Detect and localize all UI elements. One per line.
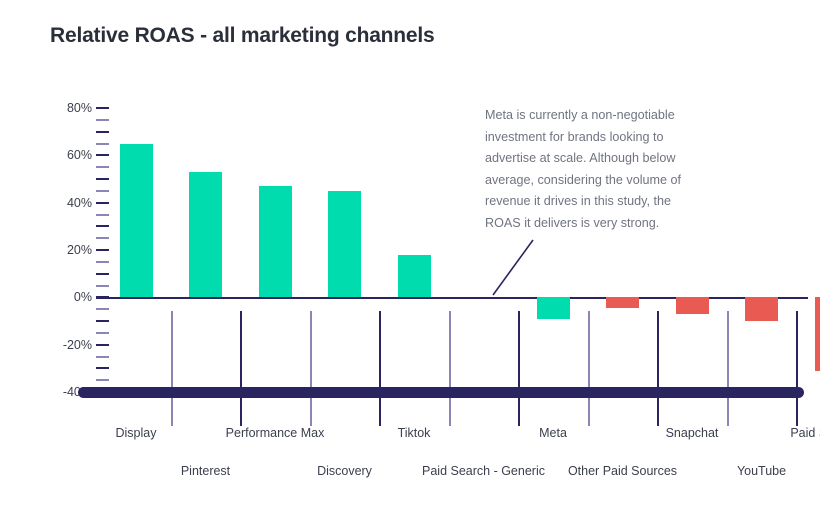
category-label: Display [115,426,157,440]
bar [119,143,153,298]
annotation-meta: Meta is currently a non-negotiable inves… [485,108,682,230]
bar [536,297,570,319]
y-tick-label: -20% [62,337,92,352]
category-separator [240,311,243,426]
bar [675,297,709,314]
baseline-marker-bar [78,387,804,398]
category-label: Meta [539,426,567,440]
category-separator [309,311,312,426]
page-title: Relative ROAS - all marketing channels [50,24,435,47]
category-label: Performance Max [225,426,325,440]
category-label: Other Paid Sources [567,464,678,478]
category-label: Pinterest [180,464,231,478]
y-tick-label: 0% [73,290,92,305]
bar [814,297,820,371]
category-label: YouTube [736,464,787,478]
category-separator [379,311,382,426]
bar [606,297,639,308]
y-tick-label: 80% [66,101,92,115]
bar [397,254,431,298]
category-separator [518,311,521,426]
category-label: Discovery [317,464,372,478]
bar [258,186,292,298]
y-tick-label: 60% [66,148,92,163]
bar [745,297,778,321]
category-separator [726,311,729,426]
category-separator [796,311,799,426]
category-separator [657,311,660,426]
category-label: Paid Search - Generic [422,464,545,478]
category-label: Snapchat [665,426,719,440]
category-separator [448,311,451,426]
category-label: Paid Shopping [790,426,820,440]
y-axis-labels: 80%60%40%20%0%-20%-40% [40,101,92,399]
y-tick-label: 20% [66,243,92,257]
bar [328,190,361,298]
category-label: Tiktok [397,426,431,440]
y-tick-label: 40% [66,195,92,210]
category-separator [170,311,173,426]
category-separator [587,311,590,426]
bar [189,171,222,298]
chart-container: Relative ROAS - all marketing channels 8… [0,0,820,522]
plot-area [96,108,820,426]
